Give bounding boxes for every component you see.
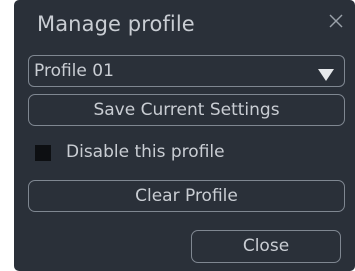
disable-profile-checkbox[interactable] — [35, 145, 51, 161]
clear-profile-button[interactable]: Clear Profile — [28, 180, 345, 212]
profile-select-value: Profile 01 — [34, 61, 114, 81]
save-current-settings-button[interactable]: Save Current Settings — [28, 94, 345, 126]
disable-profile-label: Disable this profile — [66, 142, 225, 162]
close-button[interactable]: Close — [191, 230, 341, 263]
dialog-title: Manage profile — [37, 12, 195, 36]
profile-select[interactable]: Profile 01 — [28, 55, 345, 87]
manage-profile-dialog: Manage profile Profile 01 Save Current S… — [14, 0, 355, 271]
triangle-down-icon — [318, 66, 334, 81]
close-icon[interactable] — [327, 12, 345, 30]
